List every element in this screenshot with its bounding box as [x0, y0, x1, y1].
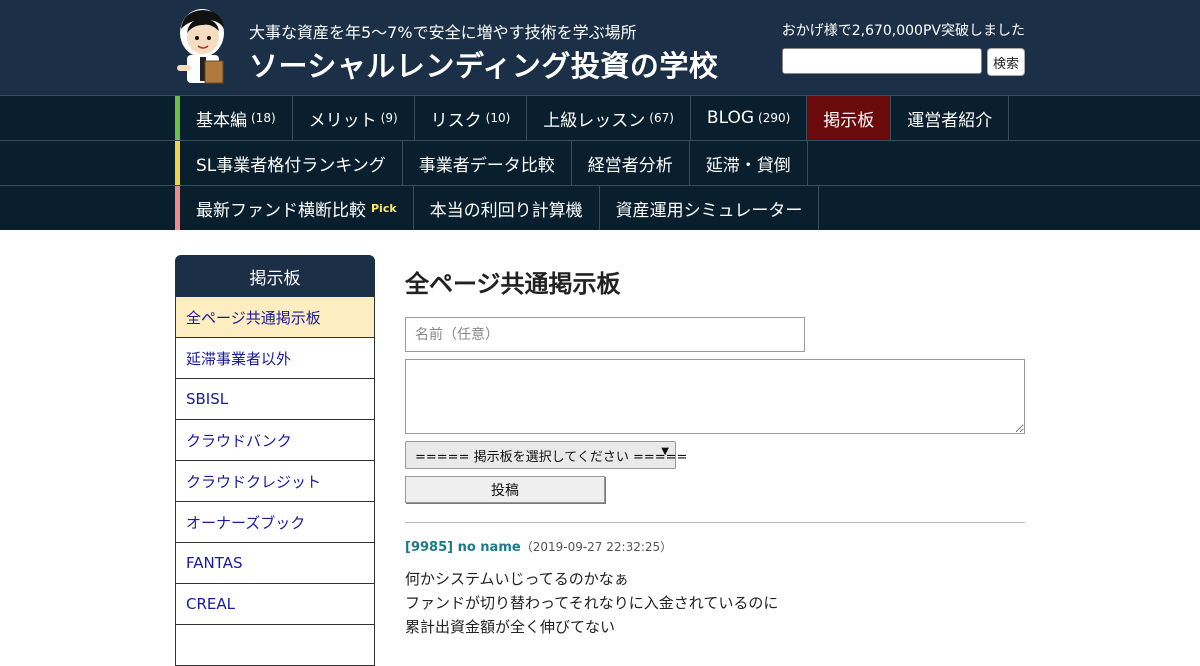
site-tagline: 大事な資産を年5～7%で安全に増やす技術を学ぶ場所 — [249, 23, 637, 42]
nav-label: 掲示板 — [823, 110, 875, 131]
nav-item-about[interactable]: 運営者紹介 — [891, 96, 1010, 140]
nav-label: 上級レッスン — [543, 110, 646, 131]
nav-item-data-compare[interactable]: 事業者データ比較 — [403, 141, 572, 185]
nav-row-main: 基本編 (18) メリット (9) リスク (10) 上級レッスン (67) BLOG(… — [0, 95, 1200, 140]
nav-item-asset-simulator[interactable]: 資産運用シミュレーター — [600, 186, 820, 230]
board-select-value: ===== 掲示板を選択してください ===== — [415, 449, 688, 465]
sidebar-item-non-default[interactable]: 延滞事業者以外 — [175, 338, 375, 379]
sidebar-item-sbisl[interactable]: SBISL — [175, 379, 375, 420]
nav-item-yield-calculator[interactable]: 本当の利回り計算機 — [414, 186, 600, 230]
post-author[interactable]: [9985] no name — [405, 540, 521, 555]
name-input[interactable] — [405, 317, 805, 352]
post-date: （2019-09-27 22:32:25） — [520, 540, 673, 554]
sidebar-item-crowdbank[interactable]: クラウドバンク — [175, 420, 375, 461]
nav-label: 最新ファンド横断比較 — [196, 200, 366, 221]
nav-row-tools: 最新ファンド横断比較 Pick 本当の利回り計算機 資産運用シミュレーター — [0, 185, 1200, 230]
board-select[interactable]: ===== 掲示板を選択してください ===== ▼ — [405, 441, 687, 469]
search-input[interactable] — [782, 48, 982, 74]
nav-item-blog[interactable]: BLOG (290) — [691, 96, 808, 140]
nav-count: (67) — [649, 111, 674, 125]
pick-badge: Pick — [371, 201, 397, 215]
nav-item-fund-compare[interactable]: 最新ファンド横断比較 Pick — [180, 186, 414, 230]
mascot-avatar-icon — [177, 9, 224, 84]
nav-count: (9) — [380, 111, 398, 125]
nav-item-ceo-analysis[interactable]: 経営者分析 — [572, 141, 690, 185]
nav-label: BLOG — [706, 108, 755, 128]
board-sidebar: 掲示板 全ページ共通掲示板 延滞事業者以外 SBISL クラウドバンク クラウド… — [175, 255, 375, 666]
nav-item-defaults[interactable]: 延滞・貸倒 — [690, 141, 808, 185]
nav-item-ranking[interactable]: SL事業者格付ランキング — [180, 141, 403, 185]
sidebar-item-crowdcredit[interactable]: クラウドクレジット — [175, 461, 375, 502]
nav-row-analysis: SL事業者格付ランキング 事業者データ比較 経営者分析 延滞・貸倒 — [0, 140, 1200, 185]
nav-label: リスク — [430, 110, 482, 131]
page-title: 全ページ共通掲示板 — [405, 270, 621, 298]
pageview-counter: おかげ様で2,670,000PV突破しました — [781, 23, 1025, 39]
sidebar-item-fantas[interactable]: FANTAS — [175, 543, 375, 584]
post-meta: [9985] no name（2019-09-27 22:32:25） — [405, 538, 672, 555]
nav-item-basics[interactable]: 基本編 (18) — [180, 96, 293, 140]
nav-count: (290) — [758, 111, 791, 125]
post-body: 何かシステムいじってるのかなぁ ファンドが切り替わってそれなりに入金されているの… — [405, 567, 778, 639]
divider — [405, 522, 1025, 523]
nav-item-board[interactable]: 掲示板 — [807, 96, 892, 140]
nav-count: (10) — [485, 111, 511, 125]
nav-count: (18) — [251, 111, 276, 125]
site-title[interactable]: ソーシャルレンディング投資の学校 — [249, 43, 718, 85]
nav-item-advanced[interactable]: 上級レッスン (67) — [527, 96, 691, 140]
nav-item-risks[interactable]: リスク (10) — [415, 96, 528, 140]
sidebar-item-creal[interactable]: CREAL — [175, 584, 375, 625]
sidebar-item-all-pages[interactable]: 全ページ共通掲示板 — [175, 297, 375, 338]
sidebar-item-ownersbook[interactable]: オーナーズブック — [175, 502, 375, 543]
site-header: 大事な資産を年5～7%で安全に増やす技術を学ぶ場所 ソーシャルレンディング投資の… — [0, 0, 1200, 95]
nav-item-merits[interactable]: メリット (9) — [293, 96, 415, 140]
nav-label: 基本編 — [196, 110, 247, 131]
sidebar-header: 掲示板 — [175, 255, 375, 297]
message-textarea[interactable] — [405, 359, 1025, 434]
post-button[interactable]: 投稿 — [405, 476, 605, 503]
post-line: 何かシステムいじってるのかなぁ — [405, 570, 629, 588]
dropdown-arrow-icon: ▼ — [661, 446, 669, 457]
sidebar-item-next[interactable] — [175, 625, 375, 666]
nav-label: 運営者紹介 — [907, 110, 993, 131]
post-line: 累計出資金額が全く伸びてない — [405, 618, 616, 636]
nav-label: メリット — [308, 110, 377, 131]
post-line: ファンドが切り替わってそれなりに入金されているのに — [405, 594, 779, 612]
search-button[interactable]: 検索 — [987, 48, 1025, 76]
